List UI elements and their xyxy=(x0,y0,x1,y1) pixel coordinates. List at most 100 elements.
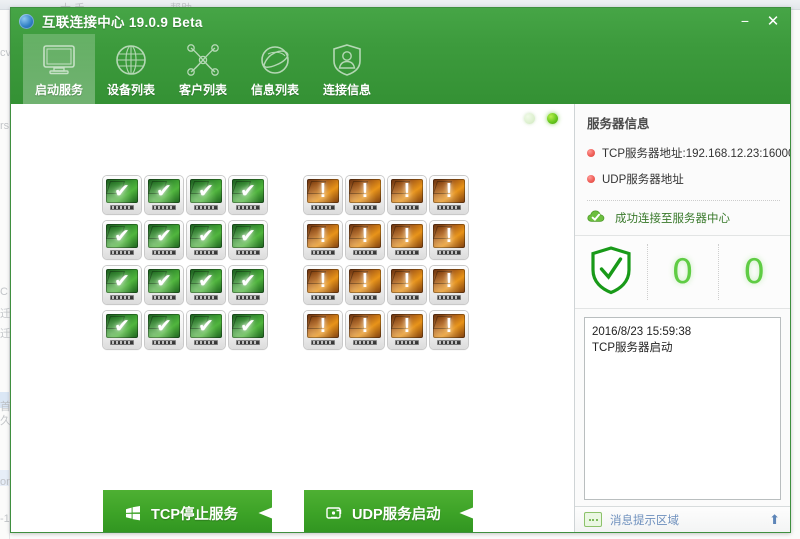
device-tile[interactable]: ✔ xyxy=(103,176,141,214)
device-tile[interactable]: ! xyxy=(388,176,426,214)
device-tile[interactable]: ✔ xyxy=(229,176,267,214)
window-body: ✔ ✔ ✔ ✔ ✔ ✔ ✔ ✔ ✔ ✔ ✔ ✔ ✔ ✔ ✔ ✔ !!!!!!!!!!!!!!!! TCP停止服… xyxy=(11,104,790,532)
device-tile[interactable]: ! xyxy=(388,266,426,304)
message-box-icon xyxy=(584,512,602,527)
collapse-arrow-icon[interactable]: ⬆ xyxy=(769,513,780,526)
device-tile[interactable]: ! xyxy=(346,311,384,349)
tile-screen: ✔ xyxy=(106,224,138,248)
tile-base xyxy=(437,340,461,345)
device-tile[interactable]: ✔ xyxy=(229,311,267,349)
cloud-check-icon xyxy=(587,209,606,226)
tile-base xyxy=(311,295,335,300)
device-tile[interactable]: ! xyxy=(346,221,384,259)
tile-base xyxy=(152,295,176,300)
tile-base xyxy=(152,250,176,255)
window-title: 互联连接中心 19.0.9 Beta xyxy=(42,15,203,30)
tab-label: 信息列表 xyxy=(250,83,299,97)
warning-icon: ! xyxy=(403,315,411,337)
device-tile[interactable]: ! xyxy=(430,311,468,349)
check-icon: ✔ xyxy=(198,315,214,337)
status-dot-icon xyxy=(587,175,595,183)
device-tile[interactable]: ✔ xyxy=(187,221,225,259)
window-header-band: 互联连接中心 19.0.9 Beta − ✕ 启动服务 设备列表 客户列表 信息列表 连… xyxy=(11,8,790,104)
check-icon: ✔ xyxy=(114,270,130,292)
tile-base xyxy=(110,295,134,300)
window-controls: − ✕ xyxy=(732,8,786,34)
device-tile[interactable]: ✔ xyxy=(103,221,141,259)
check-icon: ✔ xyxy=(114,180,130,202)
device-tile[interactable]: ! xyxy=(304,221,342,259)
minimize-button[interactable]: − xyxy=(732,10,758,32)
tile-screen: ! xyxy=(391,224,423,248)
close-button[interactable]: ✕ xyxy=(760,10,786,32)
device-tile[interactable]: ! xyxy=(304,311,342,349)
event-log-box[interactable]: 2016/8/23 15:59:38 TCP服务器启动 xyxy=(584,317,781,500)
device-tile[interactable]: ! xyxy=(304,266,342,304)
warning-icon: ! xyxy=(445,225,453,247)
device-tile[interactable]: ! xyxy=(430,176,468,214)
check-icon: ✔ xyxy=(114,225,130,247)
tile-screen: ✔ xyxy=(232,179,264,203)
device-tile[interactable]: ✔ xyxy=(187,266,225,304)
device-tile[interactable]: ✔ xyxy=(229,266,267,304)
warning-icon: ! xyxy=(361,225,369,247)
device-tile[interactable]: ✔ xyxy=(229,221,267,259)
tcp-stop-service-button[interactable]: TCP停止服务 xyxy=(103,490,272,532)
status-bar-text: 消息提示区域 xyxy=(610,514,679,527)
tab-device-list[interactable]: 设备列表 xyxy=(95,34,167,104)
server-address-item: UDP服务器地址 xyxy=(587,166,790,192)
tab-label: 启动服务 xyxy=(34,83,83,97)
tab-label: 设备列表 xyxy=(106,83,155,97)
tile-base xyxy=(353,250,377,255)
tile-base xyxy=(194,250,218,255)
tile-screen: ! xyxy=(433,269,465,293)
tab-start-service[interactable]: 启动服务 xyxy=(23,34,95,104)
tile-base xyxy=(353,295,377,300)
device-tile[interactable]: ! xyxy=(346,176,384,214)
background-ghost-text: C xyxy=(0,286,8,298)
tile-screen: ✔ xyxy=(148,179,180,203)
device-tile[interactable]: ✔ xyxy=(187,311,225,349)
tile-screen: ! xyxy=(349,269,381,293)
warning-icon: ! xyxy=(319,225,327,247)
device-tile[interactable]: ! xyxy=(304,176,342,214)
device-tile[interactable]: ✔ xyxy=(103,311,141,349)
status-led-udp xyxy=(547,113,558,124)
globe-icon xyxy=(19,13,34,29)
log-line: TCP服务器启动 xyxy=(592,342,673,354)
udp-start-service-button[interactable]: UDP服务启动 xyxy=(304,490,473,532)
warning-icon: ! xyxy=(445,315,453,337)
tile-base xyxy=(110,250,134,255)
device-tile[interactable]: ✔ xyxy=(145,311,183,349)
device-tiles-area: ✔ ✔ ✔ ✔ ✔ ✔ ✔ ✔ ✔ ✔ ✔ ✔ ✔ ✔ ✔ ✔ !!!!!!!!!!!!!!!! xyxy=(11,176,576,356)
tile-screen: ✔ xyxy=(232,224,264,248)
warning-icon: ! xyxy=(445,270,453,292)
device-tile[interactable]: ! xyxy=(388,311,426,349)
tile-base xyxy=(311,250,335,255)
device-tile[interactable]: ✔ xyxy=(145,176,183,214)
tile-screen: ! xyxy=(349,224,381,248)
device-tile[interactable]: ! xyxy=(346,266,384,304)
tile-screen: ✔ xyxy=(106,269,138,293)
device-tile[interactable]: ✔ xyxy=(145,221,183,259)
connection-status-row: 成功连接至服务器中心 xyxy=(575,201,790,235)
tile-base xyxy=(395,205,419,210)
tile-base xyxy=(395,250,419,255)
device-tile[interactable]: ! xyxy=(430,266,468,304)
tab-connection-info[interactable]: 连接信息 xyxy=(311,34,383,104)
device-tile[interactable]: ✔ xyxy=(103,266,141,304)
tab-client-list[interactable]: 客户列表 xyxy=(167,34,239,104)
tab-message-list[interactable]: 信息列表 xyxy=(239,34,311,104)
tile-base xyxy=(311,340,335,345)
device-tile[interactable]: ✔ xyxy=(145,266,183,304)
device-tile[interactable]: ! xyxy=(388,221,426,259)
tile-base xyxy=(236,205,260,210)
tile-screen: ✔ xyxy=(148,314,180,338)
check-icon: ✔ xyxy=(240,315,256,337)
device-tile[interactable]: ✔ xyxy=(187,176,225,214)
device-tile[interactable]: ! xyxy=(430,221,468,259)
tile-base xyxy=(110,205,134,210)
tile-screen: ! xyxy=(349,179,381,203)
tile-base xyxy=(311,205,335,210)
check-icon: ✔ xyxy=(198,180,214,202)
